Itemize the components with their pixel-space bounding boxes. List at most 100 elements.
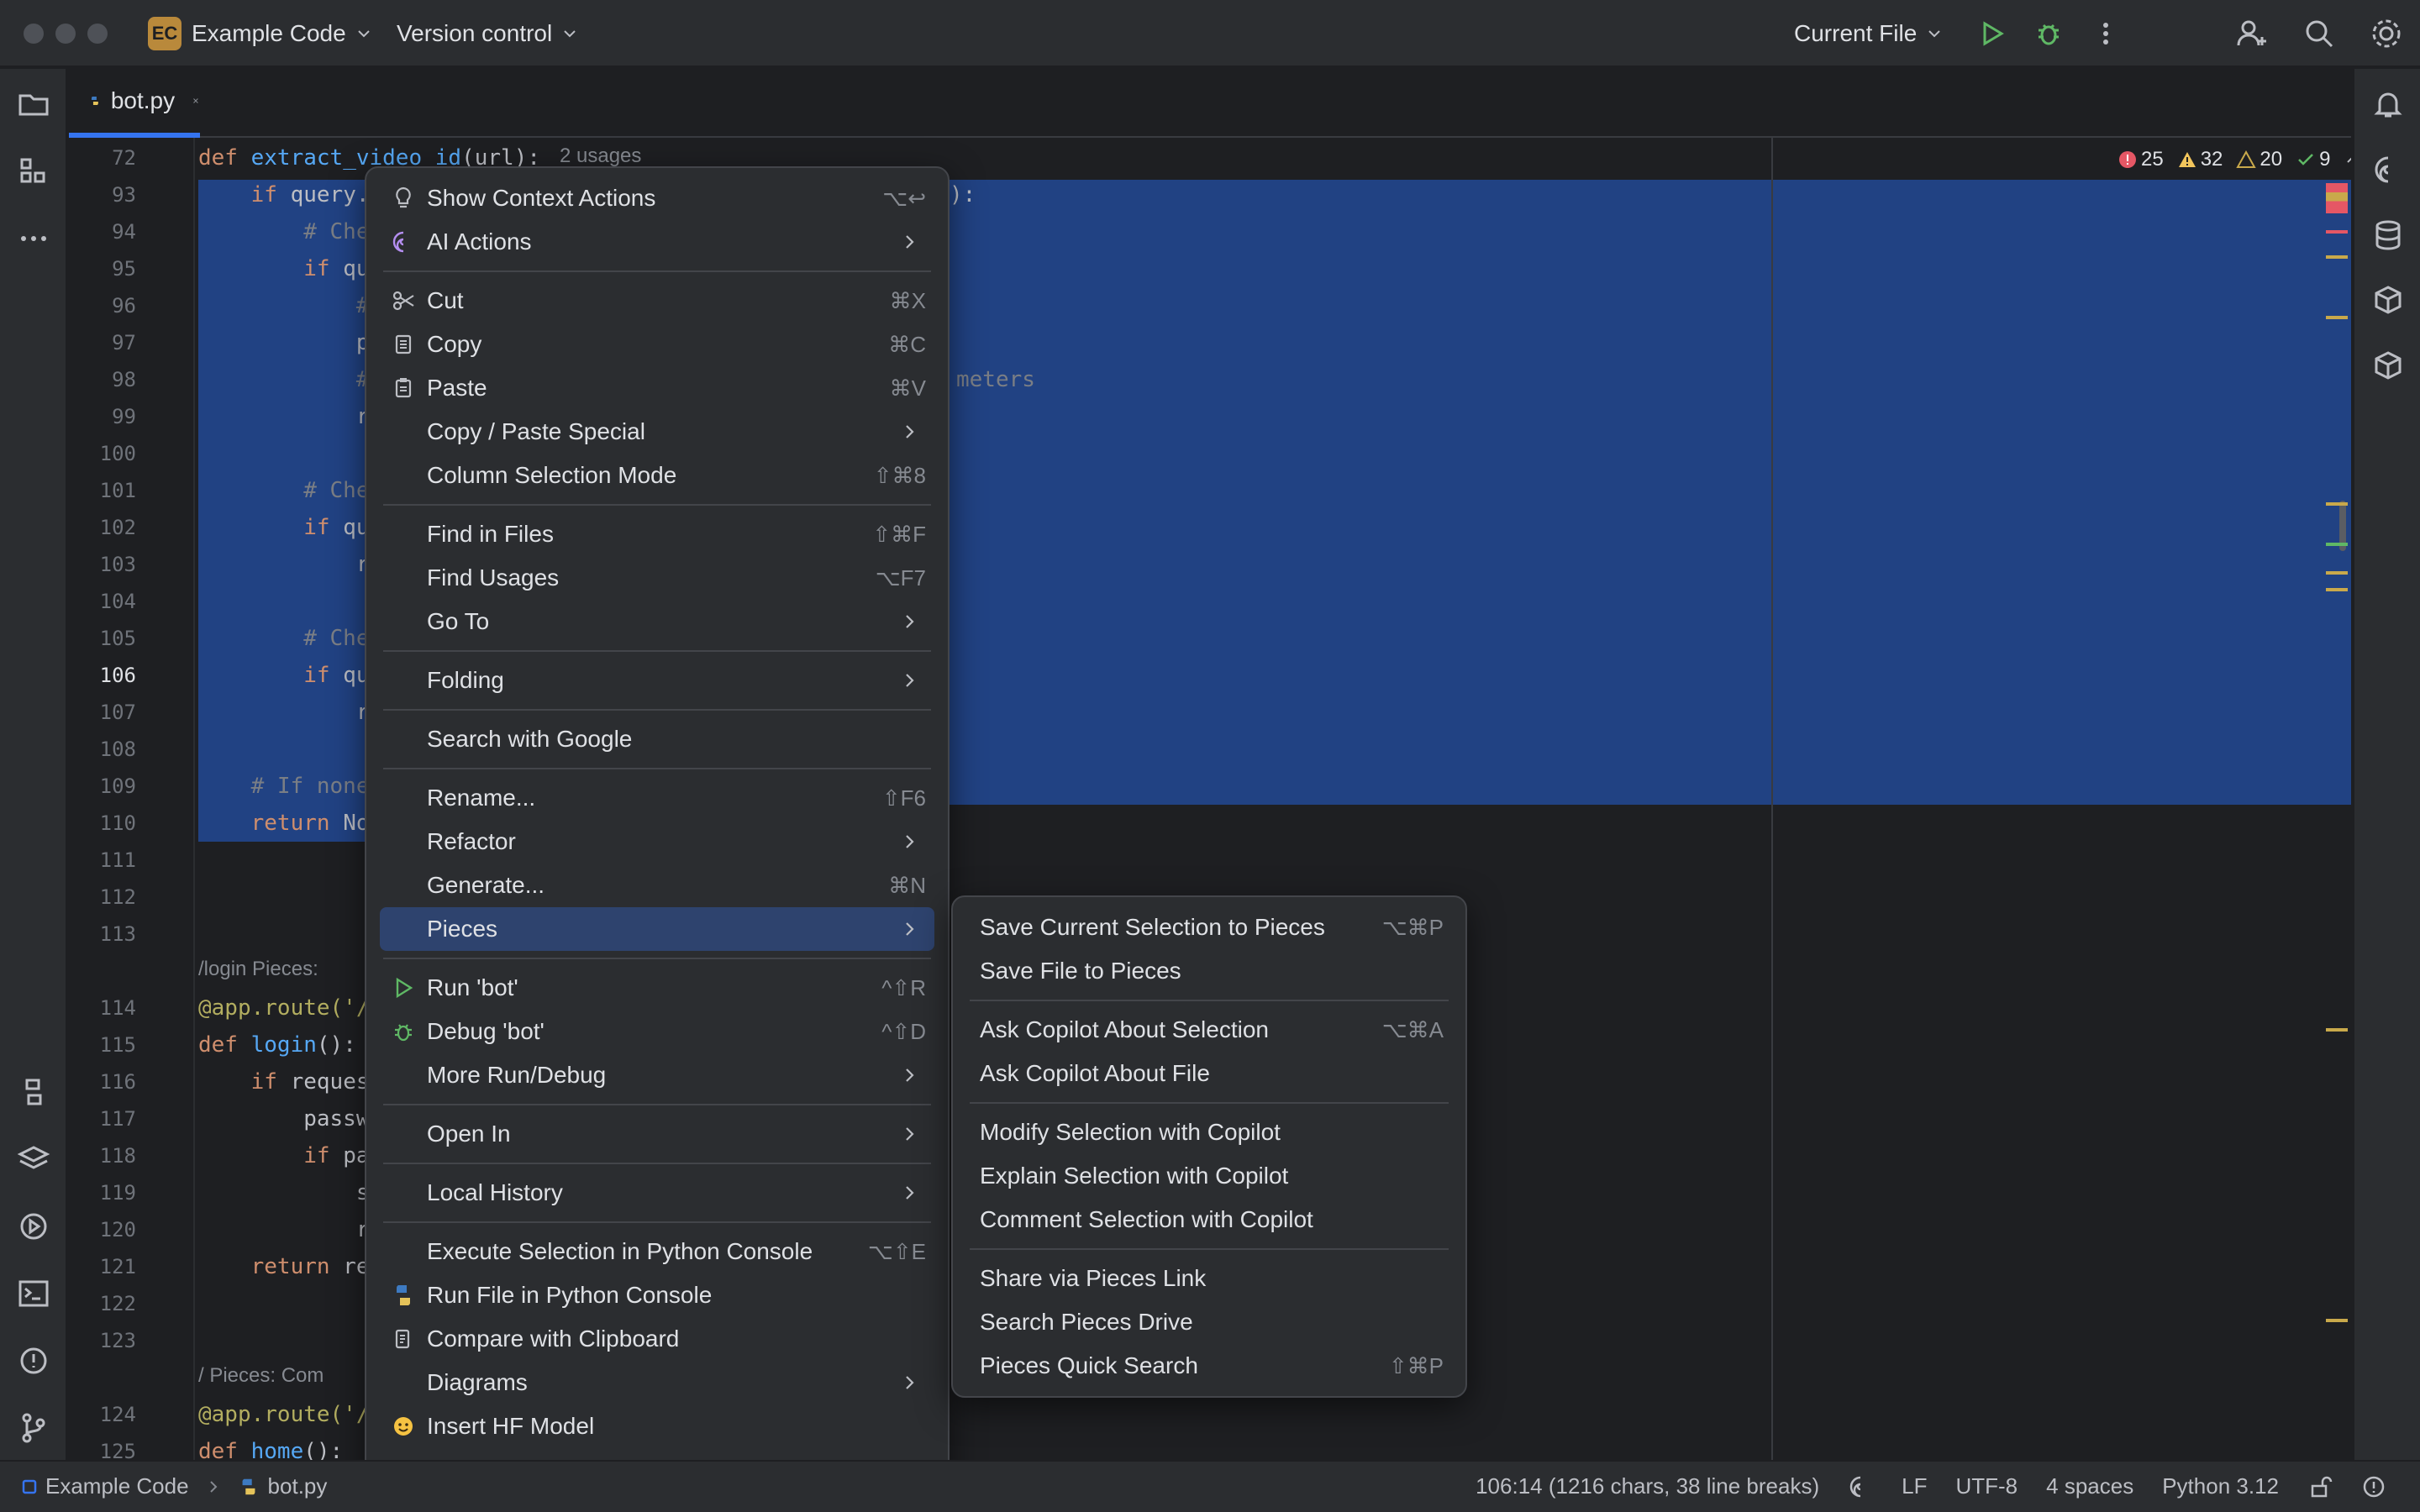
close-tab-icon[interactable] — [192, 92, 200, 109]
menu-item-label: Find in Files — [427, 521, 554, 547]
inspection-widget[interactable]: 25 32 20 9 — [2118, 148, 2351, 171]
menu-item-ai-actions[interactable]: AI Actions — [380, 220, 934, 264]
database-icon[interactable] — [2370, 217, 2407, 254]
menu-item-find-usages[interactable]: Find Usages ⌥F7 — [380, 556, 934, 600]
menu-item-show-context-actions[interactable]: Show Context Actions ⌥↩ — [380, 176, 934, 220]
tab-bot-py[interactable]: bot.py — [69, 69, 200, 138]
menu-item-run-bot[interactable]: Run 'bot' ^⇧R — [380, 966, 934, 1010]
warning-stripe-marker[interactable] — [2326, 571, 2348, 575]
notifications-bell-icon[interactable] — [2370, 86, 2407, 123]
menu-item-copy[interactable]: Copy ⌘C — [380, 323, 934, 366]
pieces-codelens-hint[interactable]: / Pieces: Com — [198, 1364, 324, 1388]
menu-item-execute-selection-in-python-console[interactable]: Execute Selection in Python Console ⌥⇧E — [380, 1230, 934, 1273]
more-options-icon[interactable] — [2087, 15, 2124, 52]
line-separator[interactable]: LF — [1902, 1473, 1927, 1499]
menu-item-save-file-to-pieces[interactable]: Save File to Pieces — [966, 949, 1452, 993]
menu-item-folding[interactable]: Folding — [380, 659, 934, 702]
warning-stripe-marker[interactable] — [2326, 1319, 2348, 1322]
project-switcher[interactable]: EC Example Code — [148, 17, 371, 50]
services-icon[interactable] — [15, 1208, 52, 1245]
menu-item-label: Modify Selection with Copilot — [980, 1119, 1281, 1145]
settings-gear-icon[interactable] — [2368, 15, 2405, 52]
problems-icon[interactable] — [15, 1342, 52, 1379]
menu-item-comment-selection-with-copilot[interactable]: Comment Selection with Copilot — [966, 1198, 1452, 1242]
version-control-menu[interactable]: Version control — [397, 17, 577, 50]
structure-icon[interactable] — [15, 153, 52, 190]
code-token: # — [198, 367, 370, 392]
code-line: # — [198, 361, 370, 398]
debug-icon[interactable] — [2030, 15, 2067, 52]
minimize-window-button[interactable] — [55, 24, 76, 44]
menu-item-find-in-files[interactable]: Find in Files ⇧⌘F — [380, 512, 934, 556]
menu-item-local-history[interactable]: Local History — [380, 1171, 934, 1215]
error-stripe-marker[interactable] — [2326, 183, 2348, 213]
pieces-cube-icon[interactable] — [2370, 348, 2407, 385]
line-number: 110 — [99, 811, 136, 835]
menu-item-generate[interactable]: Generate... ⌘N — [380, 864, 934, 907]
menu-item-search-with-google[interactable]: Search with Google — [380, 717, 934, 761]
indent-setting[interactable]: 4 spaces — [2046, 1473, 2133, 1499]
menu-item-explain-selection-with-copilot[interactable]: Explain Selection with Copilot — [966, 1154, 1452, 1198]
terminal-icon[interactable] — [15, 1275, 52, 1312]
plugin-box-icon[interactable] — [2370, 282, 2407, 319]
menu-item-cut[interactable]: Cut ⌘X — [380, 279, 934, 323]
run-icon[interactable] — [1973, 15, 2010, 52]
menu-item-debug-bot[interactable]: Debug 'bot' ^⇧D — [380, 1010, 934, 1053]
menu-item-pieces-quick-search[interactable]: Pieces Quick Search ⇧⌘P — [966, 1344, 1452, 1388]
caret-position[interactable]: 106:14 (1216 chars, 38 line breaks) — [1476, 1473, 1819, 1499]
menu-item-paste[interactable]: Paste ⌘V — [380, 366, 934, 410]
menu-item-pieces[interactable]: Pieces — [380, 907, 934, 951]
menu-item-rename[interactable]: Rename... ⇧F6 — [380, 776, 934, 820]
file-encoding[interactable]: UTF-8 — [1955, 1473, 2018, 1499]
warning-stripe-marker[interactable] — [2326, 588, 2348, 591]
python-interpreter[interactable]: Python 3.12 — [2162, 1473, 2279, 1499]
menu-item-diagrams[interactable]: Diagrams — [380, 1361, 934, 1404]
menu-item-search-pieces-drive[interactable]: Search Pieces Drive — [966, 1300, 1452, 1344]
line-number: 113 — [99, 922, 136, 946]
search-icon[interactable] — [2301, 15, 2338, 52]
breadcrumb-file[interactable]: bot.py — [268, 1473, 328, 1499]
menu-item-ask-copilot-about-file[interactable]: Ask Copilot About File — [966, 1052, 1452, 1095]
usages-hint[interactable]: 2 usages — [560, 144, 641, 168]
menu-item-go-to[interactable]: Go To — [380, 600, 934, 643]
menu-item-modify-selection-with-copilot[interactable]: Modify Selection with Copilot — [966, 1110, 1452, 1154]
menu-item-more-run-debug[interactable]: More Run/Debug — [380, 1053, 934, 1097]
unlock-icon[interactable] — [2307, 1474, 2333, 1499]
error-stripe-marker[interactable] — [2326, 230, 2348, 234]
line-number-gutter[interactable]: 72 93 94 95 96 97 98 99 100 101 102 103 104 105 106 107… — [69, 138, 195, 1460]
menu-item-save-current-selection-to-pieces[interactable]: Save Current Selection to Pieces ⌥⌘P — [966, 906, 1452, 949]
add-user-icon[interactable] — [2233, 15, 2270, 52]
warning-stripe-marker[interactable] — [2326, 255, 2348, 259]
warning-stripe-marker[interactable] — [2326, 1028, 2348, 1032]
menu-item-ask-copilot-about-selection[interactable]: Ask Copilot About Selection ⌥⌘A — [966, 1008, 1452, 1052]
line-number: 95 — [112, 257, 136, 281]
more-tools-icon[interactable] — [15, 220, 52, 257]
python-console-icon[interactable] — [15, 1074, 52, 1110]
warning-icon — [2178, 152, 2196, 167]
line-number: 100 — [99, 442, 136, 465]
ai-swirl-icon[interactable] — [1848, 1474, 1873, 1499]
warning-stripe-marker[interactable] — [2326, 316, 2348, 319]
zoom-window-button[interactable] — [87, 24, 108, 44]
alert-circle-icon[interactable] — [2361, 1474, 2386, 1499]
menu-item-copy-paste-special[interactable]: Copy / Paste Special — [380, 410, 934, 454]
menu-item-run-file-in-python-console[interactable]: Run File in Python Console — [380, 1273, 934, 1317]
pieces-codelens-hint[interactable]: /login Pieces: — [198, 958, 318, 981]
folder-icon[interactable] — [15, 86, 52, 123]
chevron-up-icon[interactable] — [2344, 150, 2351, 169]
menu-item-open-in[interactable]: Open In — [380, 1112, 934, 1156]
run-configuration-selector[interactable]: Current File — [1794, 17, 1942, 50]
menu-item-compare-with-clipboard[interactable]: Compare with Clipboard — [380, 1317, 934, 1361]
menu-item-column-selection-mode[interactable]: Column Selection Mode ⇧⌘8 — [380, 454, 934, 497]
ai-assistant-icon[interactable] — [2370, 151, 2407, 188]
menu-item-insert-hf-model[interactable]: Insert HF Model — [380, 1404, 934, 1448]
ok-stripe-marker[interactable] — [2326, 543, 2348, 546]
breadcrumb-project[interactable]: Example Code — [45, 1473, 189, 1499]
menu-item-share-via-pieces-link[interactable]: Share via Pieces Link — [966, 1257, 1452, 1300]
git-branch-icon[interactable] — [15, 1410, 52, 1446]
close-window-button[interactable] — [24, 24, 44, 44]
warning-stripe-marker[interactable] — [2326, 502, 2348, 506]
layers-icon[interactable] — [15, 1141, 52, 1178]
menu-item-refactor[interactable]: Refactor — [380, 820, 934, 864]
chevron-right-icon — [906, 674, 914, 687]
